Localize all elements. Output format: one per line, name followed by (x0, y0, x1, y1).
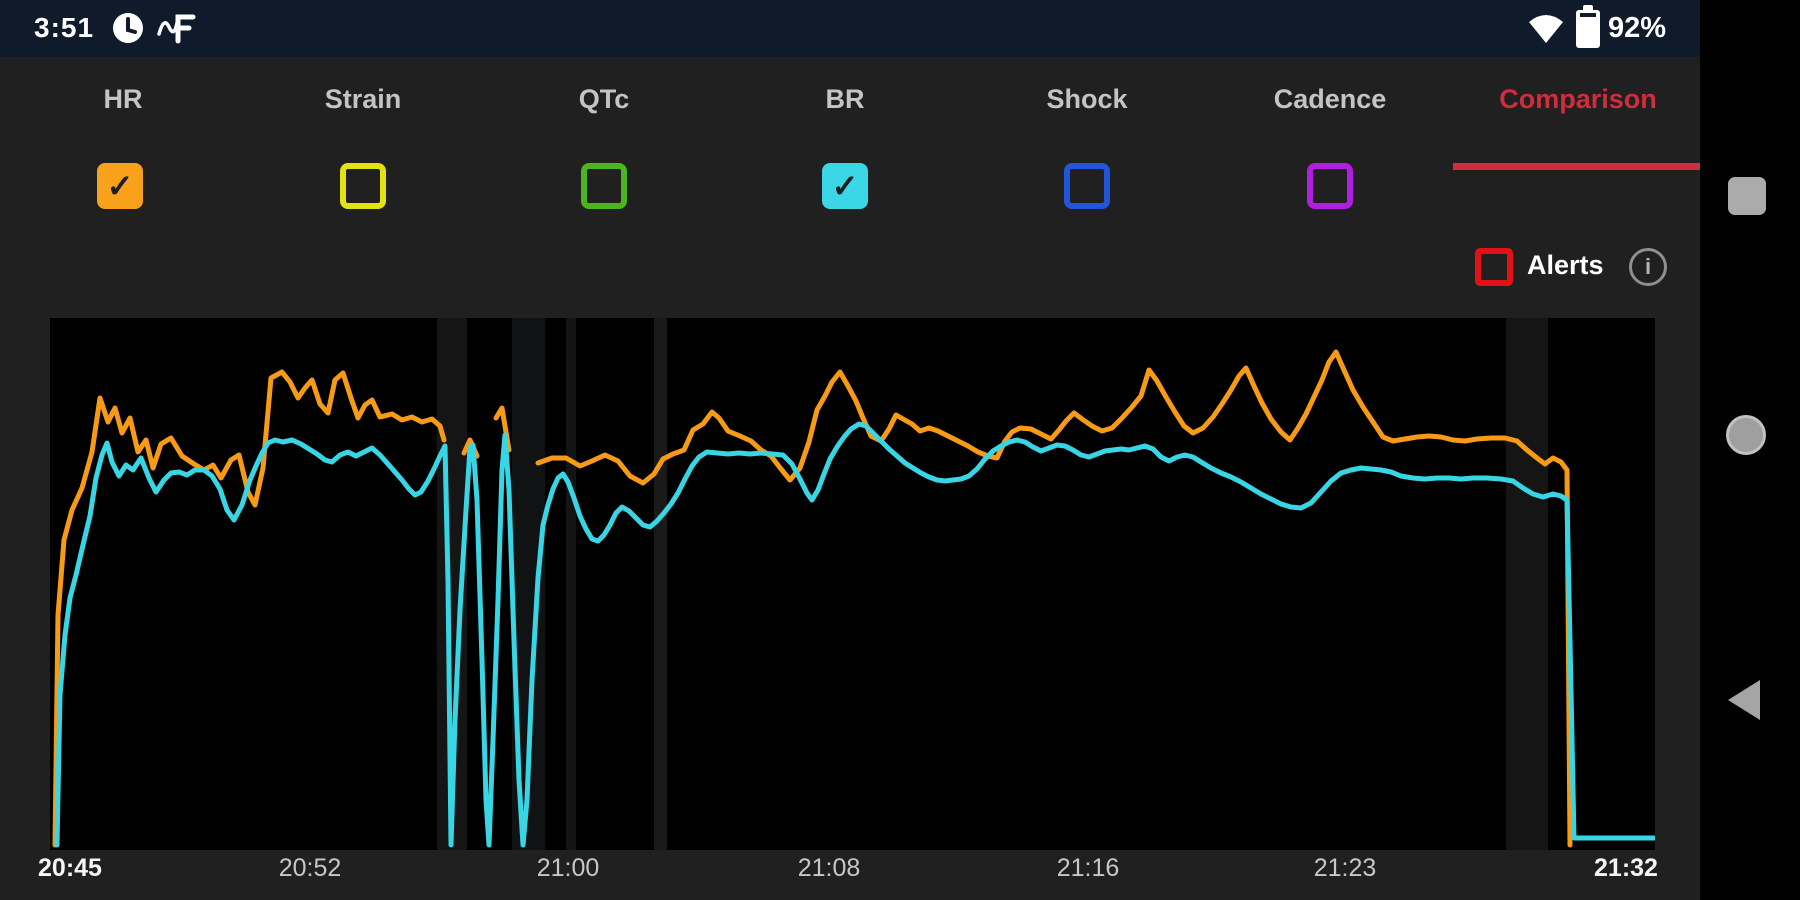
comparison-chart[interactable] (50, 318, 1655, 850)
alerts-checkbox[interactable] (1475, 248, 1513, 286)
tab-comparison[interactable]: Comparison (1499, 84, 1657, 115)
status-bar: 3:51 92% (0, 0, 1700, 57)
metric-checkbox-cadence[interactable]: ✓ (1307, 163, 1353, 209)
tab-br[interactable]: BR (826, 84, 865, 115)
x-axis-tick: 20:45 (38, 854, 102, 882)
chart-background-band (566, 318, 576, 850)
checkmark-icon: ✓ (106, 168, 134, 204)
active-tab-underline (1453, 163, 1700, 170)
metric-checkbox-qtc[interactable]: ✓ (581, 163, 627, 209)
back-button-icon[interactable] (1728, 680, 1760, 720)
metric-checkbox-hr[interactable]: ✓ (97, 163, 143, 209)
metric-checkbox-br[interactable]: ✓ (822, 163, 868, 209)
x-axis-tick: 21:32 (1594, 854, 1658, 882)
checkmark-icon: ✓ (831, 168, 859, 204)
tab-cadence[interactable]: Cadence (1274, 84, 1387, 115)
android-nav-bar (1700, 0, 1800, 900)
tab-qtc[interactable]: QTc (579, 84, 630, 115)
x-axis: 20:45 20:52 21:00 21:08 21:16 21:23 21:32 (0, 854, 1700, 900)
app-content: HR Strain QTc BR Shock Cadence Compariso… (0, 57, 1700, 900)
tab-hr[interactable]: HR (104, 84, 143, 115)
clock-time: 3:51 (34, 12, 95, 43)
info-icon[interactable]: i (1629, 248, 1667, 286)
x-axis-tick: 21:00 (536, 854, 600, 882)
tab-strain[interactable]: Strain (325, 84, 402, 115)
chart-background-band (654, 318, 667, 850)
x-axis-tick: 21:08 (797, 854, 861, 882)
home-button-icon[interactable] (1726, 415, 1766, 455)
x-axis-tick: 21:16 (1056, 854, 1120, 882)
battery-icon (1576, 5, 1600, 48)
x-axis-tick: 21:23 (1313, 854, 1377, 882)
chart-background-band (1506, 318, 1548, 850)
alarm-status-icon (110, 10, 146, 51)
metric-checkbox-shock[interactable]: ✓ (1064, 163, 1110, 209)
metric-checkbox-strain[interactable]: ✓ (340, 163, 386, 209)
series-line-hr (52, 369, 447, 848)
app-notification-icon-frontier-f (156, 10, 200, 51)
wifi-icon (1526, 12, 1566, 51)
recents-button-icon[interactable] (1728, 177, 1766, 215)
series-line-br (54, 421, 1655, 848)
android-screen: 3:51 92% HR Strain QTc BR Shock Cadence … (0, 0, 1800, 900)
battery-percent: 92% (1608, 12, 1667, 44)
series-line-hr (535, 349, 1573, 848)
x-axis-tick: 20:52 (278, 854, 342, 882)
tab-shock[interactable]: Shock (1046, 84, 1127, 115)
alerts-label: Alerts (1527, 250, 1604, 280)
comparison-chart-svg (52, 318, 1655, 850)
